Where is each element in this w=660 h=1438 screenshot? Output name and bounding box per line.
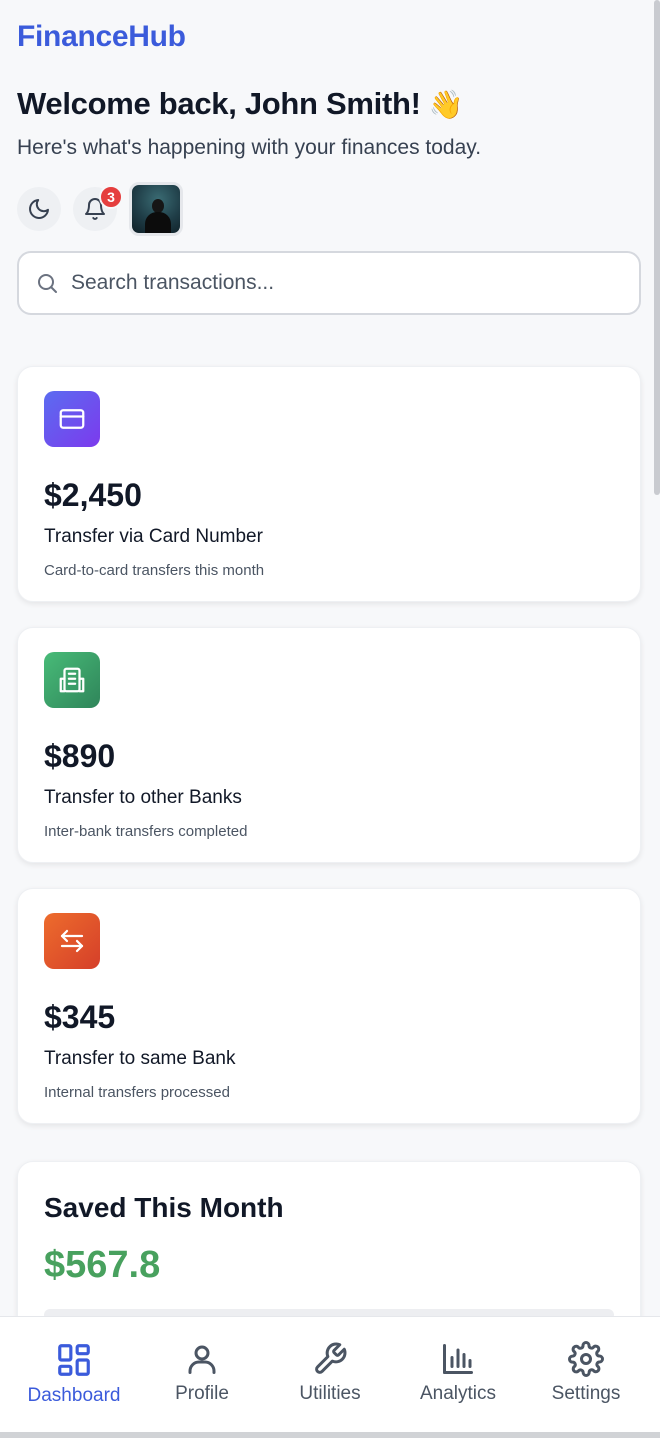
avatar-head [152,199,164,213]
welcome-text: Welcome back, John Smith! [17,86,421,121]
saved-amount: $567.8 [44,1244,161,1286]
card-amount: $345 [44,999,116,1035]
card-title: Transfer via Card Number [44,526,263,547]
card-amount: $2,450 [44,477,142,513]
welcome-heading: Welcome back, John Smith! 👋 [17,86,464,122]
card-transfer-card-number[interactable]: $2,450 Transfer via Card Number Card-to-… [17,366,641,602]
theme-toggle-button[interactable] [17,187,61,231]
notification-badge: 3 [99,185,123,209]
card-amount: $890 [44,738,116,774]
nav-item-settings[interactable]: Settings [524,1317,648,1432]
saved-title: Saved This Month [44,1192,284,1223]
card-transfer-other-banks[interactable]: $890 Transfer to other Banks Inter-bank … [17,627,641,863]
nav-label: Dashboard [27,1385,121,1406]
card-description: Inter-bank transfers completed [44,823,248,840]
card-title: Transfer to other Banks [44,787,242,808]
bar-chart-icon [443,1344,473,1374]
header-actions: 3 [17,182,183,236]
avatar-torso [145,212,171,233]
notifications-button[interactable]: 3 [73,185,123,231]
search-input[interactable] [71,271,639,295]
card-transfer-same-bank[interactable]: $345 Transfer to same Bank Internal tran… [17,888,641,1124]
search-bar [17,251,641,315]
avatar[interactable] [129,182,183,236]
app-title: FinanceHub [17,20,186,53]
nav-item-utilities[interactable]: Utilities [268,1317,392,1432]
nav-label: Settings [551,1383,621,1404]
nav-label: Profile [175,1383,229,1404]
card-title: Transfer to same Bank [44,1048,236,1069]
nav-label: Utilities [299,1383,361,1404]
transfer-arrows-icon [44,913,100,969]
user-icon [188,1345,216,1374]
building-icon [44,652,100,708]
gear-icon [568,1341,604,1377]
card-description: Card-to-card transfers this month [44,562,265,579]
nav-item-analytics[interactable]: Analytics [396,1317,520,1432]
bottom-nav: Dashboard Profile Utilities Analytics Se… [0,1316,660,1432]
nav-item-profile[interactable]: Profile [140,1317,264,1432]
nav-label: Analytics [419,1383,497,1404]
waving-hand-icon: 👋 [428,88,464,120]
dashboard-grid-icon [58,1344,90,1376]
credit-card-icon [44,391,100,447]
card-description: Internal transfers processed [44,1084,230,1101]
search-icon [38,274,57,293]
moon-icon [29,199,49,219]
scrollbar[interactable] [654,0,660,495]
wrench-icon [315,1342,347,1374]
nav-item-dashboard[interactable]: Dashboard [12,1317,136,1432]
bottom-edge [0,1432,660,1438]
welcome-subtitle: Here's what's happening with your financ… [17,136,482,159]
